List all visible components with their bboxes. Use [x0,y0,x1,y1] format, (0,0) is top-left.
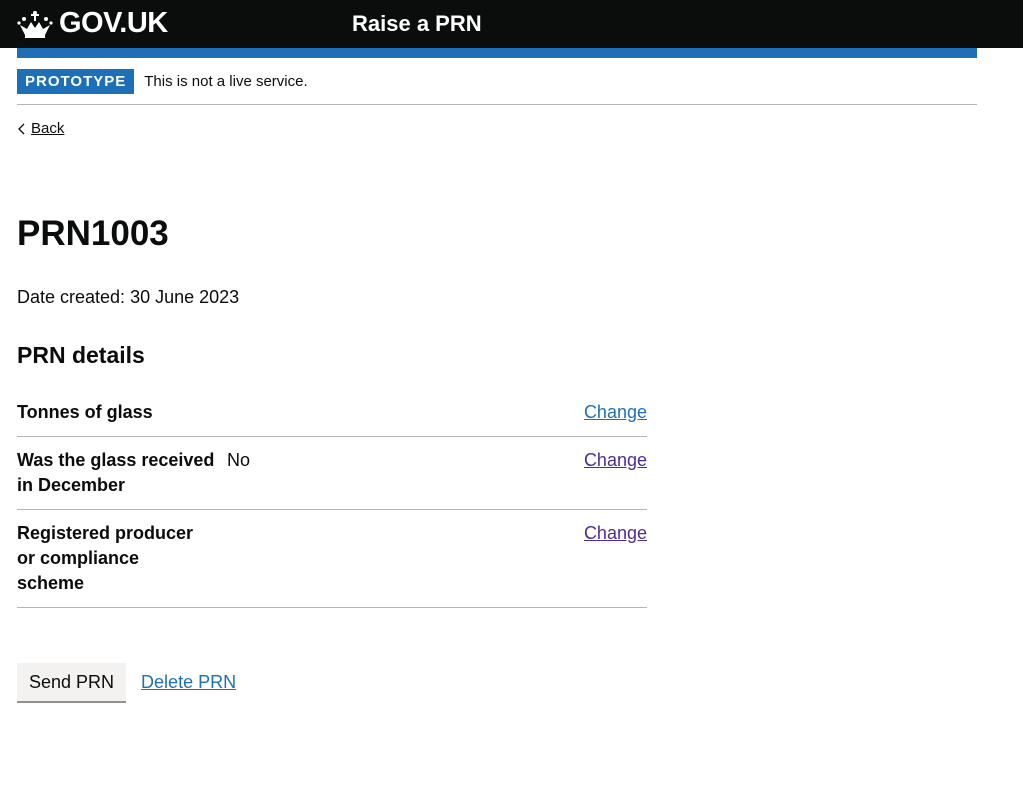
date-created: Date created: 30 June 2023 [17,287,240,307]
delete-prn-link[interactable]: Delete PRN [141,672,236,693]
phase-banner: PROTOTYPE This is not a live service. [17,69,977,105]
logo-text: GOV.UK [59,7,168,39]
row-key: Tonnes of glass [17,402,153,422]
back-link[interactable]: Back [31,120,64,137]
site-header: GOV.UK Raise a PRN [0,0,1023,48]
row-key: Was the glass received in December [17,450,215,495]
row-value: No [227,450,251,470]
change-producer-link[interactable]: Change [584,523,647,543]
change-december-link[interactable]: Change [584,450,647,470]
summary-row-december: Was the glass received in December No Ch… [17,437,647,510]
summary-list: Tonnes of glass Change Was the glass rec… [17,400,647,608]
phase-text: This is not a live service. [144,73,308,90]
header-blue-bar [17,48,977,58]
summary-row-producer: Registered producer or compliance scheme… [17,510,647,608]
chevron-left-icon [18,123,25,134]
phase-tag: PROTOTYPE [17,69,135,94]
row-value [227,521,584,596]
service-name-link[interactable]: Raise a PRN [352,11,482,37]
page-title: PRN1003 [17,214,169,253]
send-prn-button[interactable]: Send PRN [17,663,127,701]
row-key: Registered producer or compliance scheme [17,523,194,593]
crown-icon [17,10,53,38]
section-heading: PRN details [17,342,145,368]
change-tonnes-link[interactable]: Change [584,402,647,422]
govuk-logo-link[interactable]: GOV.UK [17,7,168,40]
button-group: Send PRN Delete PRN [17,663,236,701]
back-link-container: Back [17,120,64,137]
row-value [227,400,584,425]
summary-row-tonnes: Tonnes of glass Change [17,400,647,437]
